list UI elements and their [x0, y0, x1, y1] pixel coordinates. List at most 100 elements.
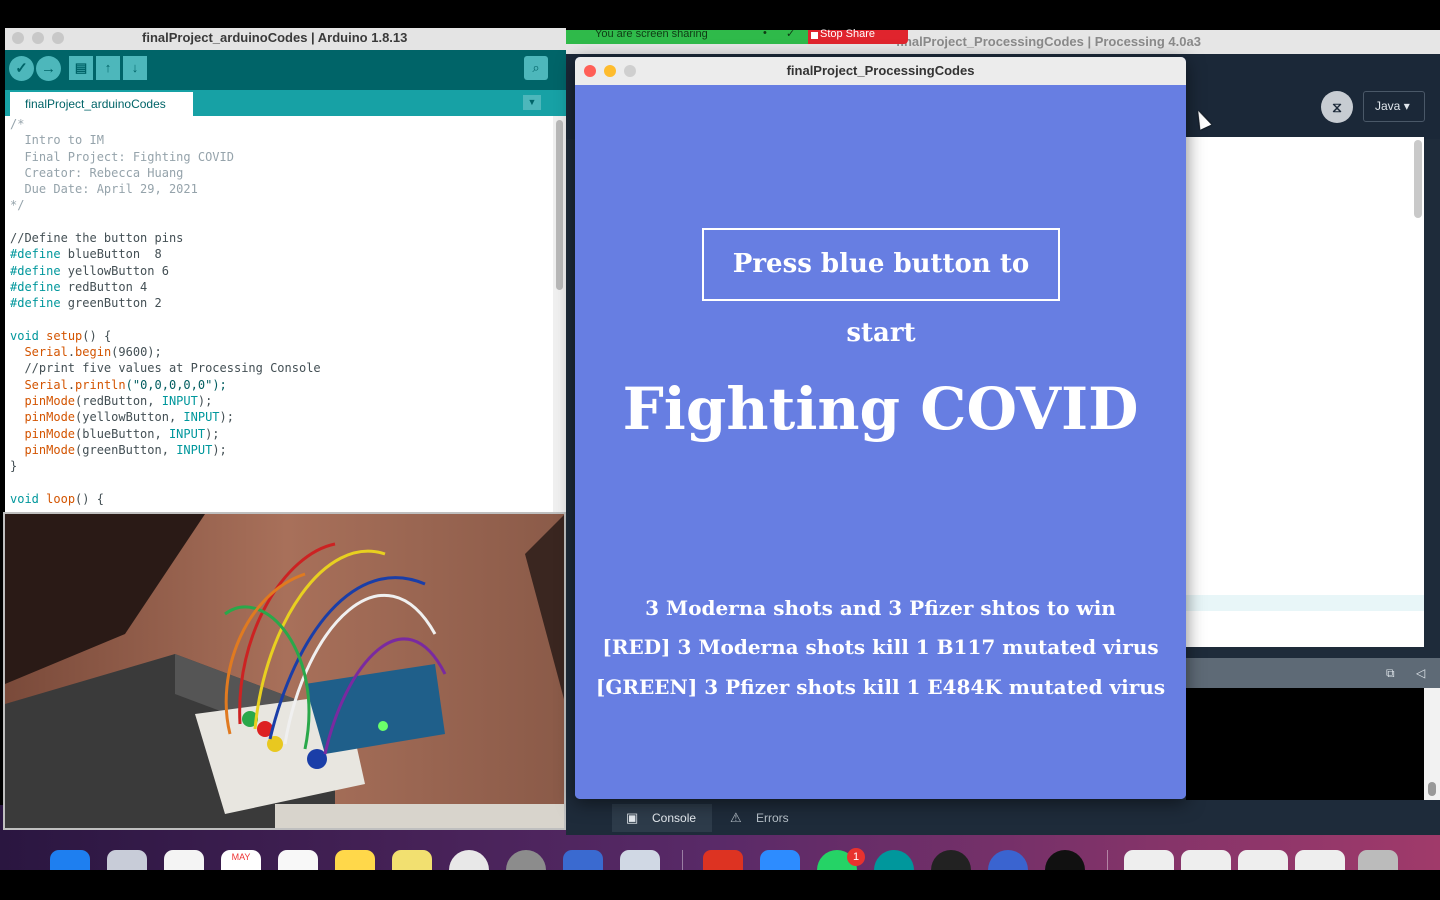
webcam-image: [5, 514, 564, 828]
terminal-icon: ▣: [626, 810, 639, 825]
code-line: //Define the button pins: [10, 230, 553, 246]
shield-icon[interactable]: ✓: [786, 30, 795, 40]
upload-icon[interactable]: →: [36, 56, 61, 81]
code-line: pinMode(redButton, INPUT);: [10, 393, 553, 409]
code-token: );: [205, 426, 220, 441]
code-token: void: [10, 328, 39, 343]
code-token: (9600);: [111, 345, 162, 360]
new-sketch-icon[interactable]: ▤: [69, 56, 93, 80]
code-token: Final Project: Fighting COVID: [10, 149, 234, 164]
code-line: Serial.begin(9600);: [10, 344, 553, 360]
code-line: void setup() {: [10, 328, 553, 344]
code-line: Intro to IM: [10, 132, 553, 148]
code-token: pinMode: [24, 442, 76, 457]
code-token: );: [212, 442, 227, 457]
arduino-toolbar: ✓ → ▤ ↑ ↓ ⌕: [5, 50, 566, 90]
code-token: () {: [82, 328, 112, 343]
code-token: (redButton,: [75, 394, 162, 409]
code-token: blueButton 8: [60, 247, 162, 262]
mic-icon[interactable]: •: [763, 30, 767, 39]
code-token: () {: [75, 491, 104, 506]
screen: finalProject_ProcessingCodes | Processin…: [0, 0, 1440, 900]
tab-errors[interactable]: ⚠ Errors: [716, 804, 806, 832]
code-token: pinMode: [24, 426, 76, 441]
screen-letterbox: [0, 870, 1440, 900]
verify-icon[interactable]: ✓: [9, 56, 34, 81]
mode-label: Java: [1375, 99, 1401, 113]
code-token: INPUT: [183, 410, 220, 425]
code-line: #define blueButton 8: [10, 246, 553, 262]
code-token: Serial: [24, 377, 68, 392]
processing-editor-scrollbar[interactable]: [1414, 140, 1422, 218]
code-line: //print five values at Processing Consol…: [10, 360, 553, 376]
collapse-icon[interactable]: ◁: [1416, 666, 1425, 680]
code-line: #define greenButton 2: [10, 295, 553, 311]
rule-line-2: [RED] 3 Moderna shots kill 1 B117 mutate…: [602, 635, 1159, 659]
arduino-title-bar[interactable]: finalProject_arduinoCodes | Arduino 1.8.…: [5, 28, 566, 50]
sketch-window: finalProject_ProcessingCodes Press blue …: [575, 57, 1186, 799]
tab-sketch[interactable]: finalProject_arduinoCodes: [10, 92, 193, 116]
copy-icon[interactable]: ⧉: [1386, 666, 1395, 681]
code-scrollbar[interactable]: [553, 116, 566, 512]
stop-share-label: Stop Share: [820, 28, 876, 40]
mode-select[interactable]: Java ▾: [1363, 91, 1425, 122]
zoom-window-icon[interactable]: [624, 65, 636, 77]
warning-icon: ⚠: [730, 810, 742, 825]
close-window-icon[interactable]: [12, 32, 24, 44]
code-line: Serial.println("0,0,0,0,0");: [10, 377, 553, 393]
sketch-canvas[interactable]: Press blue button to start Fighting COVI…: [575, 85, 1186, 799]
code-token: (yellowButton,: [75, 410, 184, 425]
current-line-highlight: [1186, 595, 1424, 611]
code-line: pinMode(blueButton, INPUT);: [10, 426, 553, 442]
sharing-text: You are screen sharing: [595, 30, 708, 40]
console-scrollbar[interactable]: [1424, 688, 1440, 800]
code-token: setup: [46, 328, 83, 343]
errors-tab-label: Errors: [756, 811, 789, 825]
stop-share-button[interactable]: Stop Share: [808, 28, 908, 44]
console-tab-label: Console: [652, 811, 697, 825]
arduino-tab-bar: finalProject_arduinoCodes ▼: [5, 90, 566, 116]
processing-footer: ▣ Console ⚠ Errors: [566, 800, 1440, 835]
code-token: #define: [10, 296, 61, 311]
code-token: //print five values at Processing Consol…: [10, 361, 321, 376]
code-line: */: [10, 197, 553, 213]
sketch-window-title: finalProject_ProcessingCodes: [786, 63, 975, 78]
code-editor[interactable]: /* Intro to IM Final Project: Fighting C…: [5, 116, 553, 512]
code-line: /*: [10, 116, 553, 132]
processing-window-title: finalProject_ProcessingCodes | Processin…: [896, 34, 1201, 49]
serial-monitor-icon[interactable]: ⌕: [524, 56, 548, 80]
sketch-title-bar[interactable]: finalProject_ProcessingCodes: [575, 57, 1186, 85]
debugger-icon[interactable]: ⧖: [1321, 91, 1353, 123]
code-token: greenButton 2: [60, 296, 162, 311]
zoom-window-icon[interactable]: [52, 32, 64, 44]
code-token: INPUT: [176, 442, 213, 457]
code-token: ("0,0,0,0,0");: [125, 377, 227, 392]
tab-console[interactable]: ▣ Console: [612, 804, 712, 832]
code-token: }: [10, 459, 18, 474]
code-line: #define yellowButton 6: [10, 263, 553, 279]
processing-editor[interactable]: [1186, 137, 1424, 647]
calendar-month: MAY: [231, 852, 251, 862]
code-line: Creator: Rebecca Huang: [10, 165, 553, 181]
code-line: #define redButton 4: [10, 279, 553, 295]
open-sketch-icon[interactable]: ↑: [96, 56, 120, 80]
code-token: loop: [46, 491, 76, 506]
minimize-window-icon[interactable]: [32, 32, 44, 44]
start-prompt-box: Press blue button to start: [702, 228, 1060, 348]
minimize-window-icon[interactable]: [604, 65, 616, 77]
code-token: //Define the button pins: [10, 231, 184, 246]
code-token: (greenButton,: [75, 442, 177, 457]
save-sketch-icon[interactable]: ↓: [123, 56, 147, 80]
code-token: redButton 4: [60, 279, 148, 294]
code-line: }: [10, 458, 553, 474]
code-token: );: [197, 394, 213, 409]
code-token: Serial: [24, 345, 68, 360]
close-window-icon[interactable]: [584, 65, 596, 77]
tab-menu-icon[interactable]: ▼: [523, 95, 541, 110]
code-line: void loop() {: [10, 491, 553, 507]
